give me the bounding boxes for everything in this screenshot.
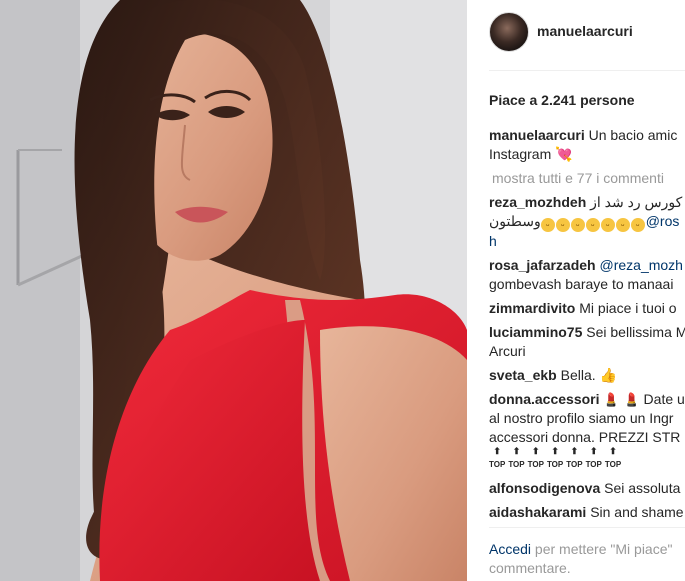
- laughing-emoji-icon: ᵕ: [540, 218, 555, 232]
- laughing-emoji-icon: ᵕ: [630, 218, 645, 232]
- top-arrow-emoji-icon: TOP: [586, 447, 602, 474]
- likes-count[interactable]: Piace a 2.241 persone: [489, 92, 635, 108]
- comment-username-link[interactable]: reza_mozhdeh: [489, 194, 586, 210]
- comment-mention-link[interactable]: @reza_mozh: [600, 257, 683, 273]
- top-arrow-emoji-icon: TOP: [566, 447, 582, 474]
- comment-item: reza_mozhdeh ه کورس رد شد از وسطتون ᵕ ᵕ ᵕ ᵕ ᵕ…: [489, 193, 685, 251]
- comment-username-link[interactable]: alfonsodigenova: [489, 480, 600, 496]
- comment-mention-link[interactable]: @ros: [646, 213, 680, 229]
- comment-text-line2: Arcuri: [489, 343, 526, 359]
- comment-text-line2: وسطتون: [489, 213, 541, 229]
- comment-username-link[interactable]: rosa_jafarzadeh: [489, 257, 596, 273]
- profile-avatar-icon[interactable]: [489, 12, 529, 52]
- laughing-emoji-icon: ᵕ: [615, 218, 630, 232]
- comments-list: manuelaarcuri Un bacio amic Instagram 💘 …: [489, 126, 685, 527]
- post-header: manuelaarcuri: [489, 12, 685, 52]
- laughing-emoji-icon: ᵕ: [600, 218, 615, 232]
- login-prompt-text: per mettere "Mi piace": [534, 541, 673, 557]
- comment-text: Sei assoluta: [604, 480, 681, 496]
- comment-username-link[interactable]: aidashakarami: [489, 504, 586, 520]
- comment-text: Date u: [643, 391, 685, 407]
- view-all-comments-link[interactable]: mostra tutti e 77 i commenti: [492, 169, 685, 188]
- caption-username-link[interactable]: manuelaarcuri: [489, 127, 585, 143]
- top-arrow-emoji-icon: TOP: [508, 447, 524, 474]
- post-photo[interactable]: [0, 0, 467, 581]
- comment-text-line2: al nostro profilo siamo un Ingr: [489, 410, 674, 426]
- footer-divider: [489, 527, 685, 528]
- comment-text: Sei bellissima M: [586, 324, 685, 340]
- comment-username-link[interactable]: zimmardivito: [489, 300, 575, 316]
- comment-item: donna.accessori 💄 💄 Date u al nostro pro…: [489, 390, 685, 474]
- comment-text: ه کورس رد شد از: [590, 194, 685, 210]
- photo-illustration: [0, 0, 467, 581]
- top-arrow-emoji-icon: TOP: [528, 447, 544, 474]
- laughing-emoji-icon: ᵕ: [585, 218, 600, 232]
- login-prompt: Accedi per mettere "Mi piace" commentare…: [489, 540, 672, 578]
- caption: manuelaarcuri Un bacio amic Instagram 💘: [489, 126, 685, 164]
- comment-item: zimmardivito Mi piace i tuoi o: [489, 299, 685, 318]
- comment-text-line3[interactable]: h: [489, 232, 685, 251]
- comment-item: rosa_jafarzadeh @reza_mozh gombevash bar…: [489, 256, 685, 294]
- comment-text-line3: accessori donna. PREZZI STR: [489, 429, 681, 445]
- comment-username-link[interactable]: sveta_ekb: [489, 367, 557, 383]
- comment-item: sveta_ekb Bella. 👍: [489, 366, 685, 385]
- login-link[interactable]: Accedi: [489, 541, 531, 557]
- thumbs-up-emoji-icon: 👍: [599, 367, 617, 383]
- comment-text: Bella.: [560, 367, 596, 383]
- comment-username-link[interactable]: luciammino75: [489, 324, 582, 340]
- comment-item: aidashakarami Sin and shame: [489, 503, 685, 522]
- lipstick-emoji-icon: 💄: [623, 392, 640, 407]
- caption-text: Un bacio amic: [588, 127, 678, 143]
- laughing-emoji-icon: ᵕ: [555, 218, 570, 232]
- caption-text-line2: Instagram: [489, 146, 552, 162]
- comment-item: luciammino75 Sei bellissima M Arcuri: [489, 323, 685, 361]
- post-side-panel: manuelaarcuri Piace a 2.241 persone manu…: [467, 0, 685, 581]
- comment-text-line2: gombevash baraye to manaai: [489, 276, 674, 292]
- lipstick-emoji-icon: 💄: [603, 392, 620, 407]
- comment-text: Mi piace i tuoi o: [579, 300, 677, 316]
- comment-username-link[interactable]: donna.accessori: [489, 391, 600, 407]
- comment-item: alfonsodigenova Sei assoluta: [489, 479, 685, 498]
- header-username-link[interactable]: manuelaarcuri: [537, 23, 633, 39]
- top-arrow-emoji-icon: TOP: [547, 447, 563, 474]
- login-prompt-text-line2: commentare.: [489, 560, 571, 576]
- top-arrow-emoji-icon: TOP: [605, 447, 621, 474]
- top-arrow-emoji-icon: TOP: [489, 447, 505, 474]
- heart-emoji-icon: 💘: [555, 146, 573, 162]
- top-emoji-row: TOPTOPTOPTOPTOPTOPTOP: [489, 447, 685, 474]
- header-divider: [489, 70, 685, 71]
- comment-text: Sin and shame: [590, 504, 684, 520]
- laughing-emoji-icon: ᵕ: [570, 218, 585, 232]
